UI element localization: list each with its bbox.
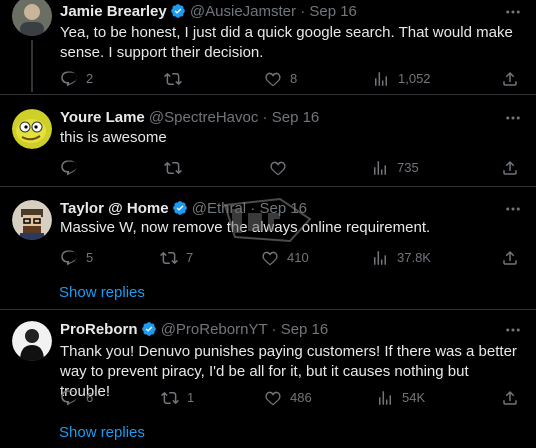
avatar[interactable] — [12, 109, 52, 149]
timestamp[interactable]: Sep 16 — [309, 3, 357, 20]
reply-button[interactable]: 6 — [60, 388, 93, 408]
like-icon — [270, 161, 286, 176]
like-button[interactable]: 8 — [264, 69, 297, 89]
reply-count: 6 — [86, 390, 94, 405]
display-name[interactable]: ProReborn — [60, 321, 138, 338]
avatar[interactable] — [12, 200, 52, 240]
views-icon — [375, 72, 387, 86]
like-icon — [262, 251, 278, 266]
views-button[interactable]: 37.8K — [371, 248, 431, 268]
like-count: 8 — [290, 71, 298, 86]
avatar[interactable] — [12, 0, 52, 36]
reply-button[interactable]: 5 — [60, 248, 93, 268]
retweet-icon — [164, 161, 182, 175]
display-name[interactable]: Youre Lame — [60, 109, 145, 126]
verified-icon — [172, 201, 187, 215]
like-count: 486 — [290, 390, 312, 405]
more-icon[interactable] — [504, 321, 522, 339]
like-button[interactable] — [269, 158, 295, 178]
reply-icon — [61, 250, 77, 266]
separator: · — [271, 321, 277, 338]
action-bar: 6 1 486 54K — [60, 388, 520, 408]
reply-count: 2 — [86, 71, 94, 86]
share-button[interactable] — [501, 158, 519, 178]
retweet-button[interactable]: 1 — [161, 388, 194, 408]
avatar[interactable] — [12, 321, 52, 361]
tweet-2[interactable]: Youre Lame @SpectreHavoc · Sep 16 this i… — [0, 95, 536, 186]
separator: · — [300, 3, 306, 20]
tweet-text: Yea, to be honest, I just did a quick go… — [60, 24, 513, 61]
views-icon — [379, 391, 391, 405]
reply-count: 5 — [86, 250, 94, 265]
action-bar: 735 — [60, 158, 520, 178]
like-button[interactable]: 486 — [264, 388, 312, 408]
retweet-icon — [160, 251, 178, 265]
verified-icon — [170, 4, 185, 18]
reply-icon — [61, 71, 77, 87]
reply-icon — [61, 390, 77, 406]
tweet-header: ProReborn @ProRebornYT · Sep 16 — [60, 320, 328, 340]
more-icon[interactable] — [504, 200, 522, 218]
display-name[interactable]: Taylor @ Home — [60, 200, 169, 217]
handle[interactable]: @ProRebornYT — [161, 321, 268, 338]
views-count: 735 — [397, 160, 419, 175]
timestamp[interactable]: Sep 16 — [281, 321, 329, 338]
retweet-button[interactable]: 7 — [160, 248, 193, 268]
views-button[interactable]: 1,052 — [372, 69, 431, 89]
tweet-1[interactable]: Jamie Brearley @AusieJamster · Sep 16 Ye… — [0, 0, 536, 94]
views-count: 1,052 — [398, 71, 431, 86]
display-name[interactable]: Jamie Brearley — [60, 3, 167, 20]
retweet-icon — [164, 72, 182, 86]
retweet-button[interactable] — [164, 69, 190, 89]
tweet-header: Jamie Brearley @AusieJamster · Sep 16 — [60, 2, 357, 22]
more-icon[interactable] — [504, 109, 522, 127]
like-count: 410 — [287, 250, 309, 265]
watermark-logo — [223, 197, 312, 243]
retweet-count: 1 — [187, 390, 195, 405]
retweet-icon — [161, 391, 179, 405]
show-replies-link[interactable]: Show replies — [59, 423, 145, 443]
handle[interactable]: @AusieJamster — [190, 3, 296, 20]
share-button[interactable] — [501, 388, 519, 408]
retweet-count: 7 — [186, 250, 194, 265]
action-bar: 5 7 410 37.8K — [60, 248, 520, 268]
share-icon — [503, 71, 517, 86]
tweet-4[interactable]: ProReborn @ProRebornYT · Sep 16 Thank yo… — [0, 310, 536, 448]
like-button[interactable]: 410 — [261, 248, 309, 268]
like-icon — [265, 391, 281, 406]
reply-button[interactable]: 2 — [60, 69, 93, 89]
retweet-button[interactable] — [164, 158, 190, 178]
views-count: 54K — [402, 390, 426, 405]
thread-line — [31, 40, 33, 92]
tweet-header: Youre Lame @SpectreHavoc · Sep 16 — [60, 108, 319, 128]
verified-icon — [141, 322, 156, 336]
reply-button[interactable] — [60, 158, 86, 178]
show-replies-link[interactable]: Show replies — [59, 283, 145, 303]
like-icon — [265, 72, 281, 87]
share-icon — [503, 390, 517, 405]
handle[interactable]: @SpectreHavoc — [149, 109, 258, 126]
share-icon — [503, 250, 517, 265]
views-icon — [374, 251, 386, 265]
tweet-text: this is awesome — [60, 129, 167, 146]
more-icon[interactable] — [504, 3, 522, 21]
views-icon — [374, 161, 386, 175]
views-button[interactable]: 54K — [376, 388, 425, 408]
timestamp[interactable]: Sep 16 — [272, 109, 320, 126]
reply-icon — [61, 160, 77, 176]
views-button[interactable]: 735 — [371, 158, 419, 178]
views-count: 37.8K — [397, 250, 431, 265]
share-button[interactable] — [501, 248, 519, 268]
action-bar: 2 8 1,052 — [60, 69, 520, 89]
share-icon — [503, 160, 517, 175]
separator: · — [262, 109, 268, 126]
share-button[interactable] — [501, 69, 519, 89]
